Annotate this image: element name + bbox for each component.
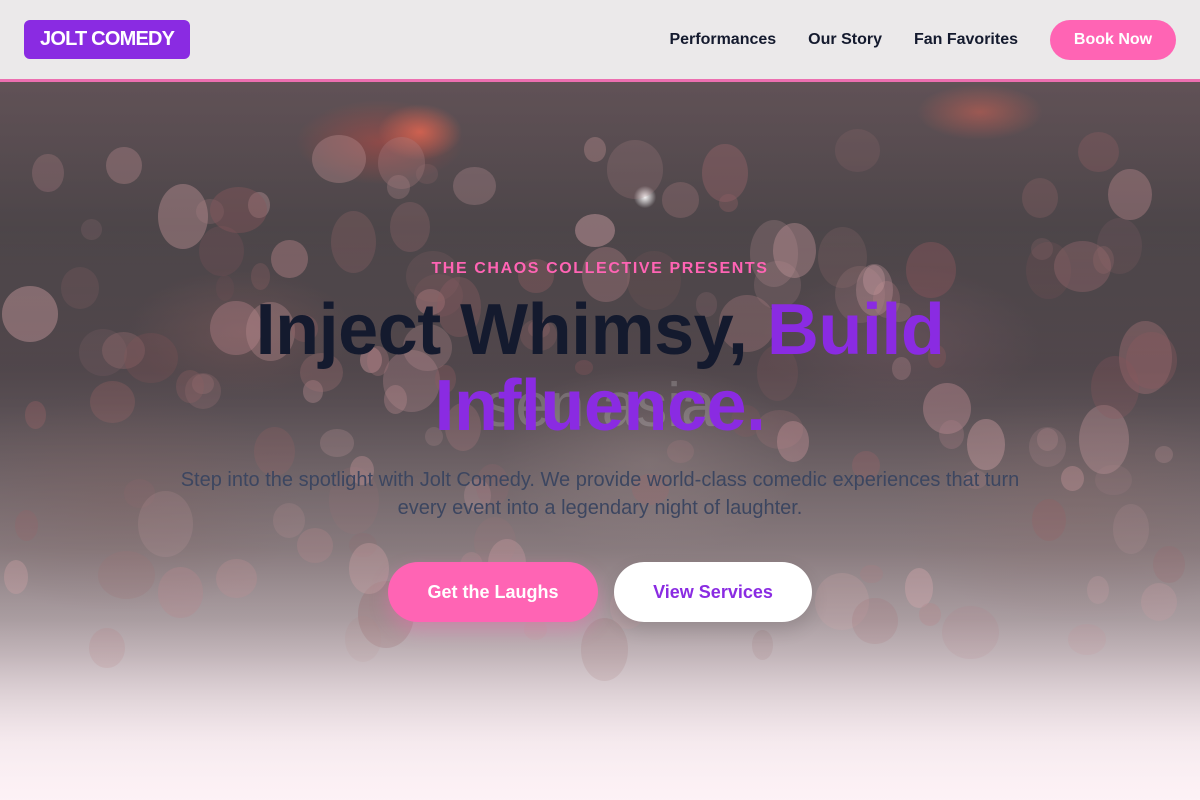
nav-link-our-story[interactable]: Our Story [808,31,882,49]
site-header: JOLT COMEDY Performances Our Story Fan F… [0,0,1200,82]
nav-link-performances[interactable]: Performances [669,31,776,49]
main-nav: Performances Our Story Fan Favorites Boo… [637,19,1176,60]
get-the-laughs-button[interactable]: Get the Laughs [388,562,598,622]
hero-cta-row: Get the Laughs View Services [0,562,1200,622]
landing-page: JOLT COMEDY Performances Our Story Fan F… [0,0,1200,800]
hero-headline: Inject Whimsy, Build Influence. [200,292,1000,444]
view-services-button[interactable]: View Services [614,562,812,622]
headline-main: Inject Whimsy, [255,290,767,370]
hero-subtext: Step into the spotlight with Jolt Comedy… [180,469,1020,519]
hero-eyebrow: THE CHAOS COLLECTIVE PRESENTS [431,260,769,277]
book-now-button[interactable]: Book Now [1050,19,1176,60]
logo[interactable]: JOLT COMEDY [24,20,191,59]
nav-link-fan-favorites[interactable]: Fan Favorites [914,31,1018,49]
